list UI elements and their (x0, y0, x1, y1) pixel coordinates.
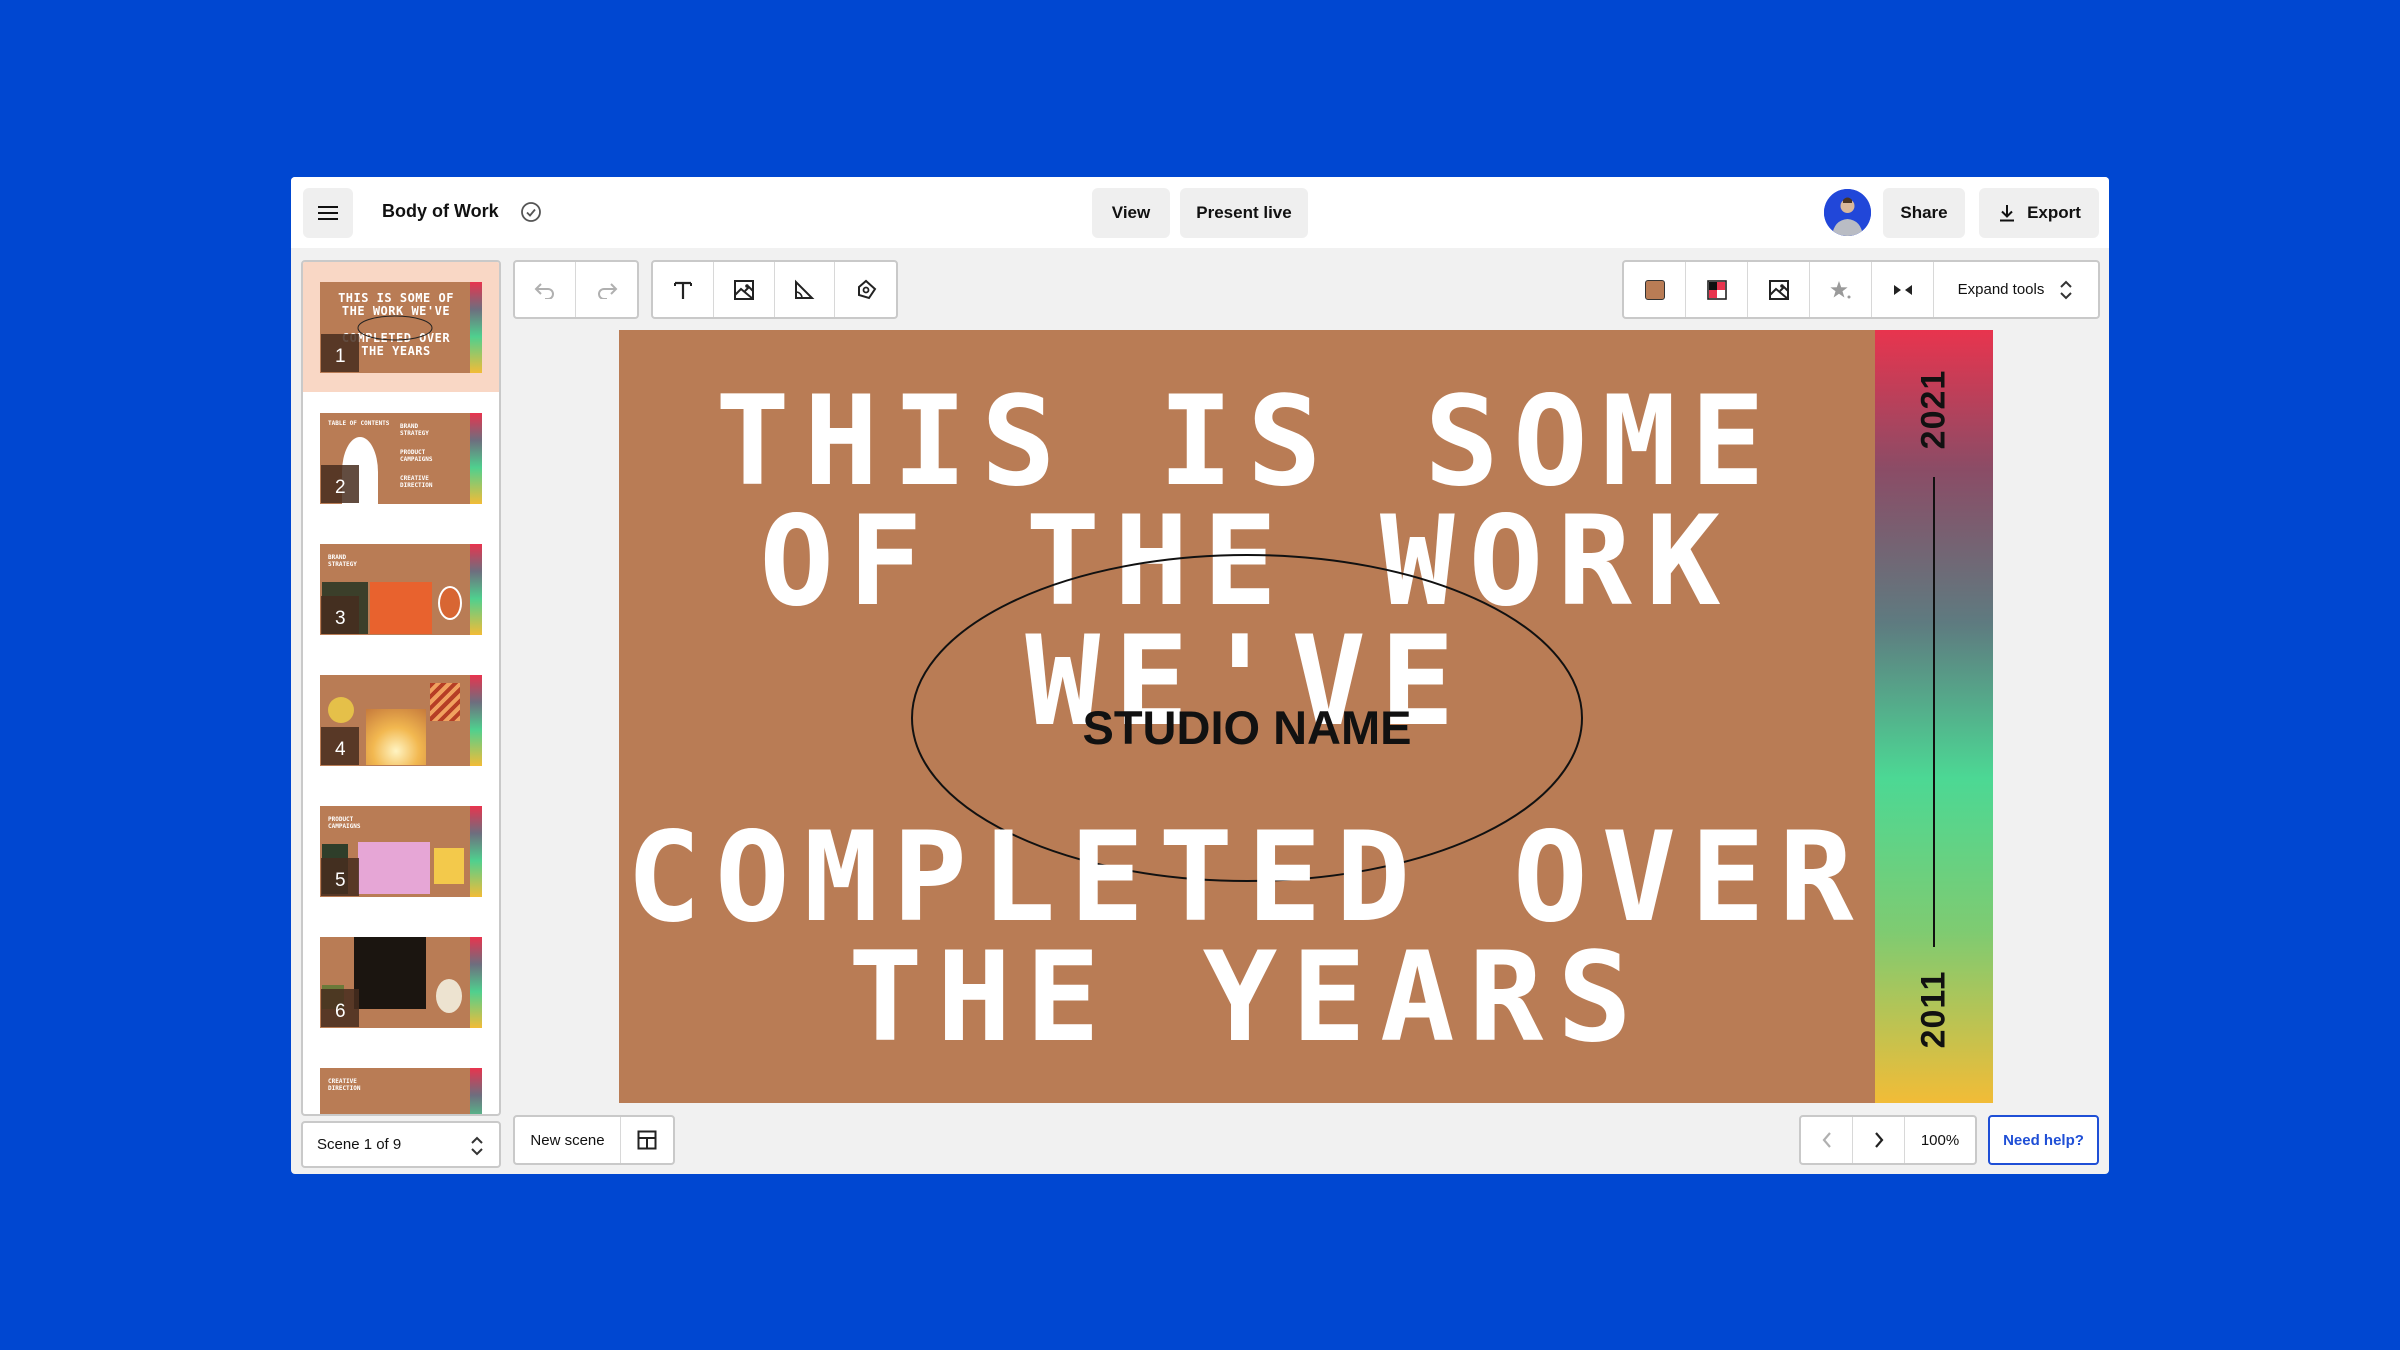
chevron-right-icon (1874, 1132, 1883, 1148)
scene-number: 1 (321, 333, 359, 372)
thumb-2-creative: CREATIVE DIRECTION (400, 474, 433, 489)
scene-thumbnail-2[interactable]: TABLE OF CONTENTS BRAND STRATEGY PRODUCT… (303, 393, 499, 523)
thumb-2-brand: BRAND STRATEGY (400, 422, 429, 437)
next-scene-button[interactable] (1853, 1117, 1905, 1163)
chevron-left-icon (1822, 1132, 1831, 1148)
replace-image-button[interactable] (1748, 262, 1810, 317)
avatar-photo (1824, 189, 1871, 236)
image-tool-button[interactable] (714, 262, 775, 317)
thumb-7-label: CREATIVE DIRECTION (328, 1077, 361, 1092)
scene-number: 3 (321, 595, 359, 634)
shape-tool-button[interactable] (775, 262, 836, 317)
headline-bottom[interactable]: COMPLETED OVER THE YEARS (619, 816, 1875, 1060)
zoom-level[interactable]: 100% (1905, 1117, 1975, 1163)
flip-button[interactable] (1872, 262, 1934, 317)
hamburger-icon (318, 206, 338, 220)
color-swatch-icon (1644, 279, 1665, 300)
scene-selector-label: Scene 1 of 9 (317, 1136, 402, 1153)
text-icon (673, 281, 692, 299)
scene-thumbnail-3[interactable]: BRAND STRATEGY 3 (303, 524, 499, 654)
undo-icon (534, 282, 554, 299)
thumb-2-toc: TABLE OF CONTENTS (328, 419, 390, 427)
thumb-5-label: PRODUCT CAMPAIGNS (328, 815, 361, 830)
studio-name[interactable]: STUDIO NAME (619, 700, 1875, 755)
scenes-panel: THIS IS SOME OF THE WORK WE'VE COMPLETED… (301, 260, 501, 1116)
style-toolbar: Expand tools (1622, 260, 2100, 319)
scene-thumbnail-7[interactable]: CREATIVE DIRECTION (303, 1048, 499, 1114)
export-label: Export (2027, 203, 2081, 222)
scene-thumbnail-5[interactable]: PRODUCT CAMPAIGNS 5 (303, 786, 499, 916)
user-avatar[interactable] (1824, 189, 1871, 236)
download-icon (2000, 205, 2015, 222)
sticker-icon (857, 279, 876, 299)
timeline-line (1933, 477, 1935, 947)
layout-icon (637, 1130, 657, 1150)
check-circle-icon (521, 202, 541, 222)
layout-button[interactable] (621, 1117, 673, 1163)
timeline-bar[interactable]: 2021 2011 (1875, 330, 1993, 1103)
slide-canvas[interactable]: THIS IS SOME OF THE WORK WE'VE STUDIO NA… (619, 330, 1993, 1103)
editor-window: Body of Work View Present live Share Exp… (291, 177, 2109, 1174)
chevron-up-down-icon (2060, 280, 2073, 299)
shape-icon (795, 279, 815, 299)
new-scene-button[interactable]: New scene (515, 1117, 621, 1163)
image-icon (733, 279, 754, 300)
history-toolbar (513, 260, 639, 319)
year-start-label: 2011 (1914, 970, 1953, 1049)
year-end-label: 2021 (1914, 369, 1953, 450)
effects-icon (1829, 280, 1850, 298)
redo-icon (597, 282, 617, 299)
new-scene-group: New scene (513, 1115, 675, 1165)
present-live-button[interactable]: Present live (1180, 188, 1308, 238)
scene-selector[interactable]: Scene 1 of 9 (301, 1121, 501, 1168)
view-button[interactable]: View (1092, 188, 1170, 238)
image-icon (1768, 279, 1789, 300)
scene-number: 5 (321, 857, 359, 896)
palette-button[interactable] (1686, 262, 1748, 317)
document-title[interactable]: Body of Work (382, 201, 499, 222)
previous-scene-button[interactable] (1801, 1117, 1853, 1163)
expand-tools-label: Expand tools (1957, 281, 2045, 298)
need-help-button[interactable]: Need help? (1988, 1115, 2099, 1165)
sticker-tool-button[interactable] (835, 262, 896, 317)
scene-number: 4 (321, 726, 359, 765)
thumb-3-label: BRAND STRATEGY (328, 553, 357, 568)
export-button[interactable]: Export (1979, 188, 2099, 238)
scene-thumbnail-4[interactable]: 4 (303, 655, 499, 785)
effects-button[interactable] (1810, 262, 1872, 317)
scene-thumbnail-1[interactable]: THIS IS SOME OF THE WORK WE'VE COMPLETED… (303, 262, 499, 392)
background-color-button[interactable] (1624, 262, 1686, 317)
navigation-group: 100% (1799, 1115, 1977, 1165)
undo-button[interactable] (515, 262, 577, 317)
share-button[interactable]: Share (1883, 188, 1965, 238)
thumb-2-product: PRODUCT CAMPAIGNS (400, 448, 433, 463)
scene-number: 6 (321, 988, 359, 1027)
menu-button[interactable] (303, 188, 353, 238)
palette-icon (1706, 279, 1727, 300)
thumb-ellipse (357, 315, 433, 340)
chevron-up-down-icon (471, 1136, 483, 1156)
scene-number: 2 (321, 464, 359, 503)
top-bar: Body of Work View Present live Share Exp… (291, 177, 2109, 248)
flip-icon (1893, 284, 1912, 295)
scene-thumbnail-6[interactable]: 6 (303, 917, 499, 1047)
insert-toolbar (651, 260, 898, 319)
expand-tools-button[interactable]: Expand tools (1934, 262, 2098, 317)
text-tool-button[interactable] (653, 262, 714, 317)
redo-button[interactable] (576, 262, 637, 317)
